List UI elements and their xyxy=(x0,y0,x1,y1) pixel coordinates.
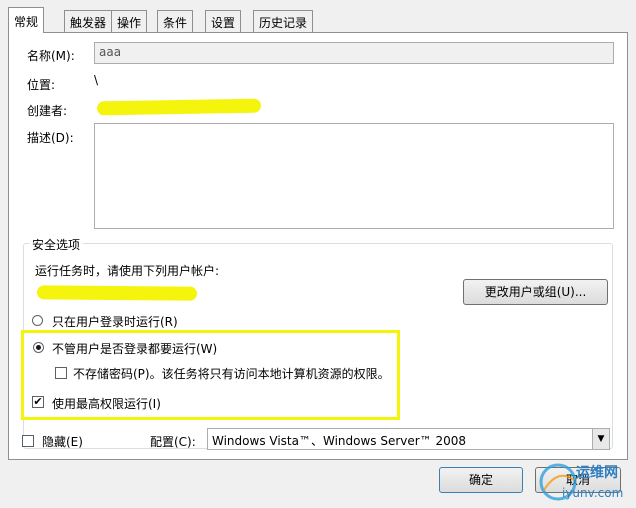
change-user-button-label: 更改用户或组(U)... xyxy=(484,285,587,299)
description-textarea[interactable] xyxy=(94,123,614,229)
checkbox-no-store-password[interactable] xyxy=(55,367,67,379)
tab-settings[interactable]: 设置 xyxy=(205,10,242,32)
name-label: 名称(M): xyxy=(27,49,75,63)
radio-selected-dot xyxy=(36,345,41,350)
cancel-button[interactable]: 取消 xyxy=(535,467,621,493)
checkbox-highest-privileges[interactable]: ✔ xyxy=(32,396,44,408)
ok-button-label: 确定 xyxy=(468,473,493,487)
tab-conditions[interactable]: 条件 xyxy=(157,10,194,32)
option-no-store-password-label: 不存储密码(P)。该任务将只有访问本地计算机资源的权限。 xyxy=(73,367,390,381)
user-redaction-highlight xyxy=(36,285,198,301)
tab-label: 触发器 xyxy=(70,16,107,30)
location-label: 位置: xyxy=(27,78,56,92)
run-as-label: 运行任务时，请使用下列用户帐户: xyxy=(35,264,220,278)
configure-select[interactable]: Windows Vista™、Windows Server™ 2008 ▼ xyxy=(207,428,610,450)
name-value: aaa xyxy=(99,45,122,59)
tab-label: 操作 xyxy=(117,16,142,30)
tab-label: 历史记录 xyxy=(259,16,308,30)
configure-value: Windows Vista™、Windows Server™ 2008 xyxy=(212,434,467,448)
tab-history[interactable]: 历史记录 xyxy=(253,10,314,32)
tab-general[interactable]: 常规 xyxy=(8,7,45,33)
option-highest-privileges-label: 使用最高权限运行(I) xyxy=(52,397,161,411)
description-label: 描述(D): xyxy=(27,131,74,145)
check-mark-icon: ✔ xyxy=(33,395,43,408)
checkbox-hidden[interactable] xyxy=(22,435,34,447)
general-panel: 名称(M): aaa 位置: \ 创建者: 描述(D): 安全选项 运行任务时，… xyxy=(8,32,628,460)
configure-label: 配置(C): xyxy=(150,435,196,449)
name-field[interactable]: aaa xyxy=(94,42,614,64)
location-value: \ xyxy=(94,73,99,87)
hidden-label: 隐藏(E) xyxy=(42,435,83,449)
tab-actions[interactable]: 操作 xyxy=(111,10,148,32)
tab-label: 常规 xyxy=(14,15,39,29)
author-redaction-highlight xyxy=(96,98,262,116)
radio-logged-on-only[interactable] xyxy=(32,315,43,326)
ok-button[interactable]: 确定 xyxy=(439,467,523,493)
author-label: 创建者: xyxy=(27,104,68,118)
tab-label: 设置 xyxy=(211,16,236,30)
cancel-button-label: 取消 xyxy=(565,473,590,487)
tab-label: 条件 xyxy=(163,16,188,30)
option-logged-on-label: 只在用户登录时运行(R) xyxy=(52,315,178,329)
chevron-down-icon[interactable]: ▼ xyxy=(592,429,609,449)
change-user-button[interactable]: 更改用户或组(U)... xyxy=(463,279,608,305)
option-whether-logged-on-label: 不管用户是否登录都要运行(W) xyxy=(52,342,218,356)
security-options-title: 安全选项 xyxy=(29,236,84,253)
tab-triggers[interactable]: 触发器 xyxy=(64,10,113,32)
radio-whether-logged-on[interactable] xyxy=(33,342,44,353)
